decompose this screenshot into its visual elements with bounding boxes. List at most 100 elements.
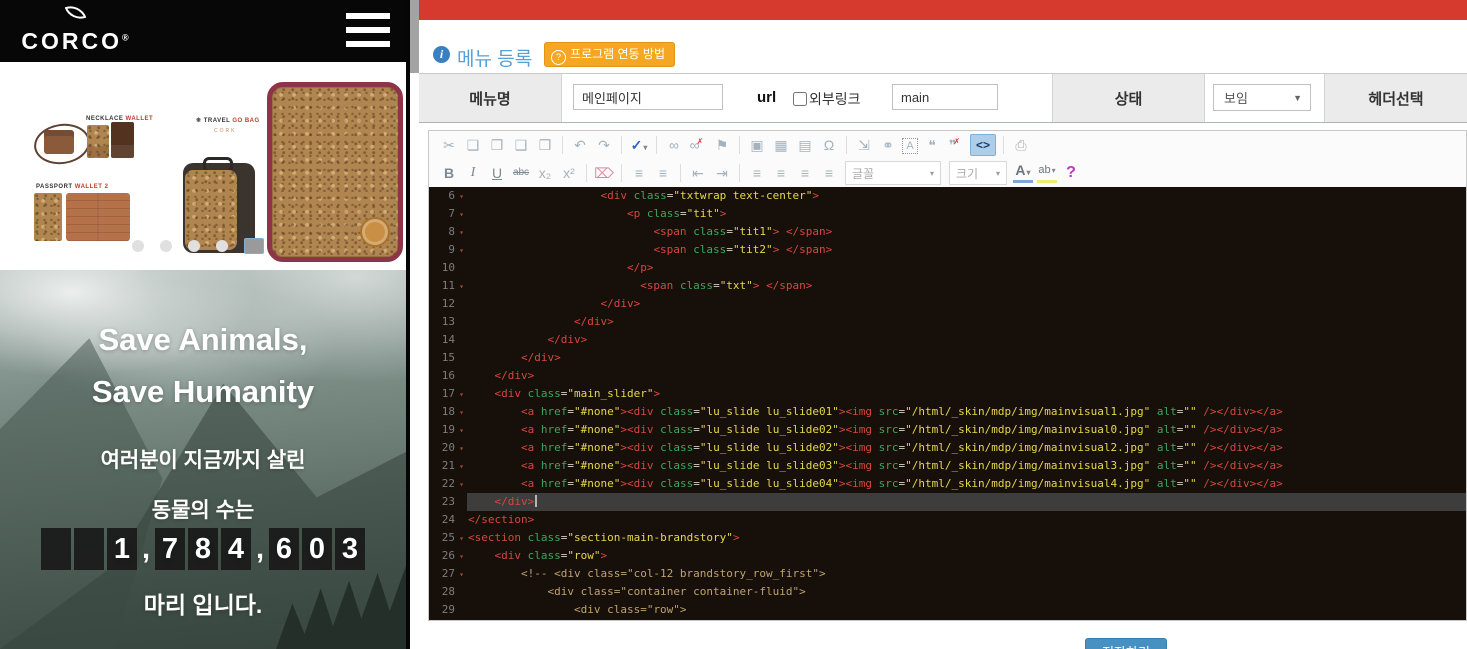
font-family-select[interactable]: 글꼴▾: [845, 161, 941, 185]
code-line-29[interactable]: 29 <div class="row">: [429, 601, 1466, 619]
italic-button[interactable]: I: [463, 163, 483, 183]
travel-go-bag-image: [267, 82, 403, 262]
superscript-button[interactable]: x²: [559, 163, 579, 183]
align-right-icon[interactable]: ≡: [795, 163, 815, 183]
indent-icon[interactable]: ⇥: [712, 163, 732, 183]
source-code-area[interactable]: 6▾ <div class="txtwrap text-center">7▾ <…: [429, 187, 1466, 620]
fold-arrow-icon[interactable]: ▾: [455, 224, 468, 242]
code-line-28[interactable]: 28 <div class="container container-fluid…: [429, 583, 1466, 601]
code-line-11[interactable]: 11▾ <span class="txt"> </span>: [429, 277, 1466, 295]
code-line-17[interactable]: 17▾ <div class="main_slider">: [429, 385, 1466, 403]
comment-remove-icon[interactable]: ❞: [946, 135, 966, 155]
code-line-9[interactable]: 9▾ <span class="tit2"> </span>: [429, 241, 1466, 259]
fold-arrow-icon[interactable]: ▾: [455, 566, 468, 584]
find-replace-icon[interactable]: ⚭: [878, 135, 898, 155]
hamburger-menu-icon[interactable]: [346, 13, 390, 49]
preview-scrollbar[interactable]: [410, 0, 419, 73]
bg-color-icon[interactable]: ab: [1037, 163, 1057, 183]
menu-name-input[interactable]: [573, 84, 723, 110]
status-select[interactable]: 보임▼: [1213, 84, 1311, 111]
fold-arrow-icon[interactable]: ▾: [455, 188, 468, 206]
code-line-7[interactable]: 7▾ <p class="tit">: [429, 205, 1466, 223]
code-line-21[interactable]: 21▾ <a href="#none"><div class="lu_slide…: [429, 457, 1466, 475]
source-button[interactable]: <>: [970, 134, 996, 156]
fold-arrow-icon[interactable]: ▾: [455, 404, 468, 422]
fold-arrow-icon[interactable]: ▾: [455, 206, 468, 224]
help-icon[interactable]: ?: [1061, 163, 1081, 183]
program-link-help-button[interactable]: ?프로그램 연동 방법: [544, 42, 675, 67]
select-all-icon[interactable]: A: [902, 138, 918, 154]
code-line-24[interactable]: 24</section>: [429, 511, 1466, 529]
underline-button[interactable]: U: [487, 163, 507, 183]
code-line-22[interactable]: 22▾ <a href="#none"><div class="lu_slide…: [429, 475, 1466, 493]
registered-mark: ®: [122, 32, 129, 42]
brand-logo[interactable]: CORCO®: [20, 4, 130, 54]
code-line-20[interactable]: 20▾ <a href="#none"><div class="lu_slide…: [429, 439, 1466, 457]
ordered-list-icon[interactable]: ≡: [629, 163, 649, 183]
code-line-26[interactable]: 26▾ <div class="row">: [429, 547, 1466, 565]
code-line-10[interactable]: 10 </p>: [429, 259, 1466, 277]
code-line-6[interactable]: 6▾ <div class="txtwrap text-center">: [429, 187, 1466, 205]
code-line-25[interactable]: 25▾<section class="section-main-brandsto…: [429, 529, 1466, 547]
fold-arrow-icon[interactable]: ▾: [455, 422, 468, 440]
code-line-16[interactable]: 16 </div>: [429, 367, 1466, 385]
fold-arrow-icon[interactable]: ▾: [455, 458, 468, 476]
print-icon[interactable]: ⎙: [1011, 135, 1031, 155]
image-icon[interactable]: ▣: [747, 135, 767, 155]
slider-dot[interactable]: [188, 240, 200, 252]
align-center-icon[interactable]: ≡: [771, 163, 791, 183]
slider-dot[interactable]: [244, 238, 264, 254]
anchor-flag-icon[interactable]: ⚑: [712, 135, 732, 155]
table-icon[interactable]: ▦: [771, 135, 791, 155]
font-size-select[interactable]: 크기▾: [949, 161, 1007, 185]
outdent-icon[interactable]: ⇤: [688, 163, 708, 183]
hline-icon[interactable]: ▤: [795, 135, 815, 155]
save-button[interactable]: 저장하기: [1085, 638, 1167, 649]
fold-arrow-icon[interactable]: ▾: [455, 476, 468, 494]
code-line-27[interactable]: 27▾ <!-- <div class="col-12 brandstory_r…: [429, 565, 1466, 583]
fold-arrow-icon[interactable]: ▾: [455, 530, 468, 548]
align-justify-icon[interactable]: ≡: [819, 163, 839, 183]
external-link-checkbox[interactable]: [793, 92, 807, 106]
hero-subtitle-line1: 여러분이 지금까지 살린: [0, 444, 406, 474]
code-line-18[interactable]: 18▾ <a href="#none"><div class="lu_slide…: [429, 403, 1466, 421]
fold-arrow-icon[interactable]: ▾: [455, 278, 468, 296]
slider-dot[interactable]: [132, 240, 144, 252]
paste-icon[interactable]: ❐: [487, 135, 507, 155]
fold-arrow-icon[interactable]: ▾: [455, 548, 468, 566]
remove-format-icon[interactable]: ⌦: [594, 163, 614, 183]
slider-dot[interactable]: [160, 240, 172, 252]
copy-icon[interactable]: ❏: [463, 135, 483, 155]
align-left-icon[interactable]: ≡: [747, 163, 767, 183]
bold-button[interactable]: B: [439, 163, 459, 183]
paste-word-icon[interactable]: ❒: [535, 135, 555, 155]
spellcheck-icon[interactable]: ✓: [629, 135, 649, 155]
fold-arrow-icon[interactable]: ▾: [455, 440, 468, 458]
code-line-8[interactable]: 8▾ <span class="tit1"> </span>: [429, 223, 1466, 241]
product-slider[interactable]: NECKLACE WALLET ❋ TRAVEL GO BAG CORK PAS…: [0, 62, 406, 270]
text-color-icon[interactable]: A: [1013, 163, 1033, 183]
code-line-15[interactable]: 15 </div>: [429, 349, 1466, 367]
cut-icon[interactable]: ✂: [439, 135, 459, 155]
link-icon[interactable]: ∞: [664, 135, 684, 155]
unlink-icon[interactable]: ∞: [688, 135, 708, 155]
special-char-icon[interactable]: Ω: [819, 135, 839, 155]
code-line-13[interactable]: 13 </div>: [429, 313, 1466, 331]
subscript-button[interactable]: x₂: [535, 163, 555, 183]
maximize-icon[interactable]: ⇲: [854, 135, 874, 155]
fold-arrow-icon[interactable]: ▾: [455, 386, 468, 404]
redo-icon[interactable]: ↷: [594, 135, 614, 155]
code-line-30[interactable]: 30 <div class="col-12 col-xl-7 brandstor…: [429, 619, 1466, 620]
fold-arrow-icon[interactable]: ▾: [455, 242, 468, 260]
undo-icon[interactable]: ↶: [570, 135, 590, 155]
bullet-list-icon[interactable]: ≡: [653, 163, 673, 183]
code-line-23[interactable]: 23 </div>: [429, 493, 1466, 511]
comment-add-icon[interactable]: ❝: [922, 135, 942, 155]
paste-text-icon[interactable]: ❑: [511, 135, 531, 155]
url-input[interactable]: [892, 84, 998, 110]
slider-dot[interactable]: [216, 240, 228, 252]
code-line-14[interactable]: 14 </div>: [429, 331, 1466, 349]
strike-button[interactable]: abc: [511, 163, 531, 183]
code-line-19[interactable]: 19▾ <a href="#none"><div class="lu_slide…: [429, 421, 1466, 439]
code-line-12[interactable]: 12 </div>: [429, 295, 1466, 313]
